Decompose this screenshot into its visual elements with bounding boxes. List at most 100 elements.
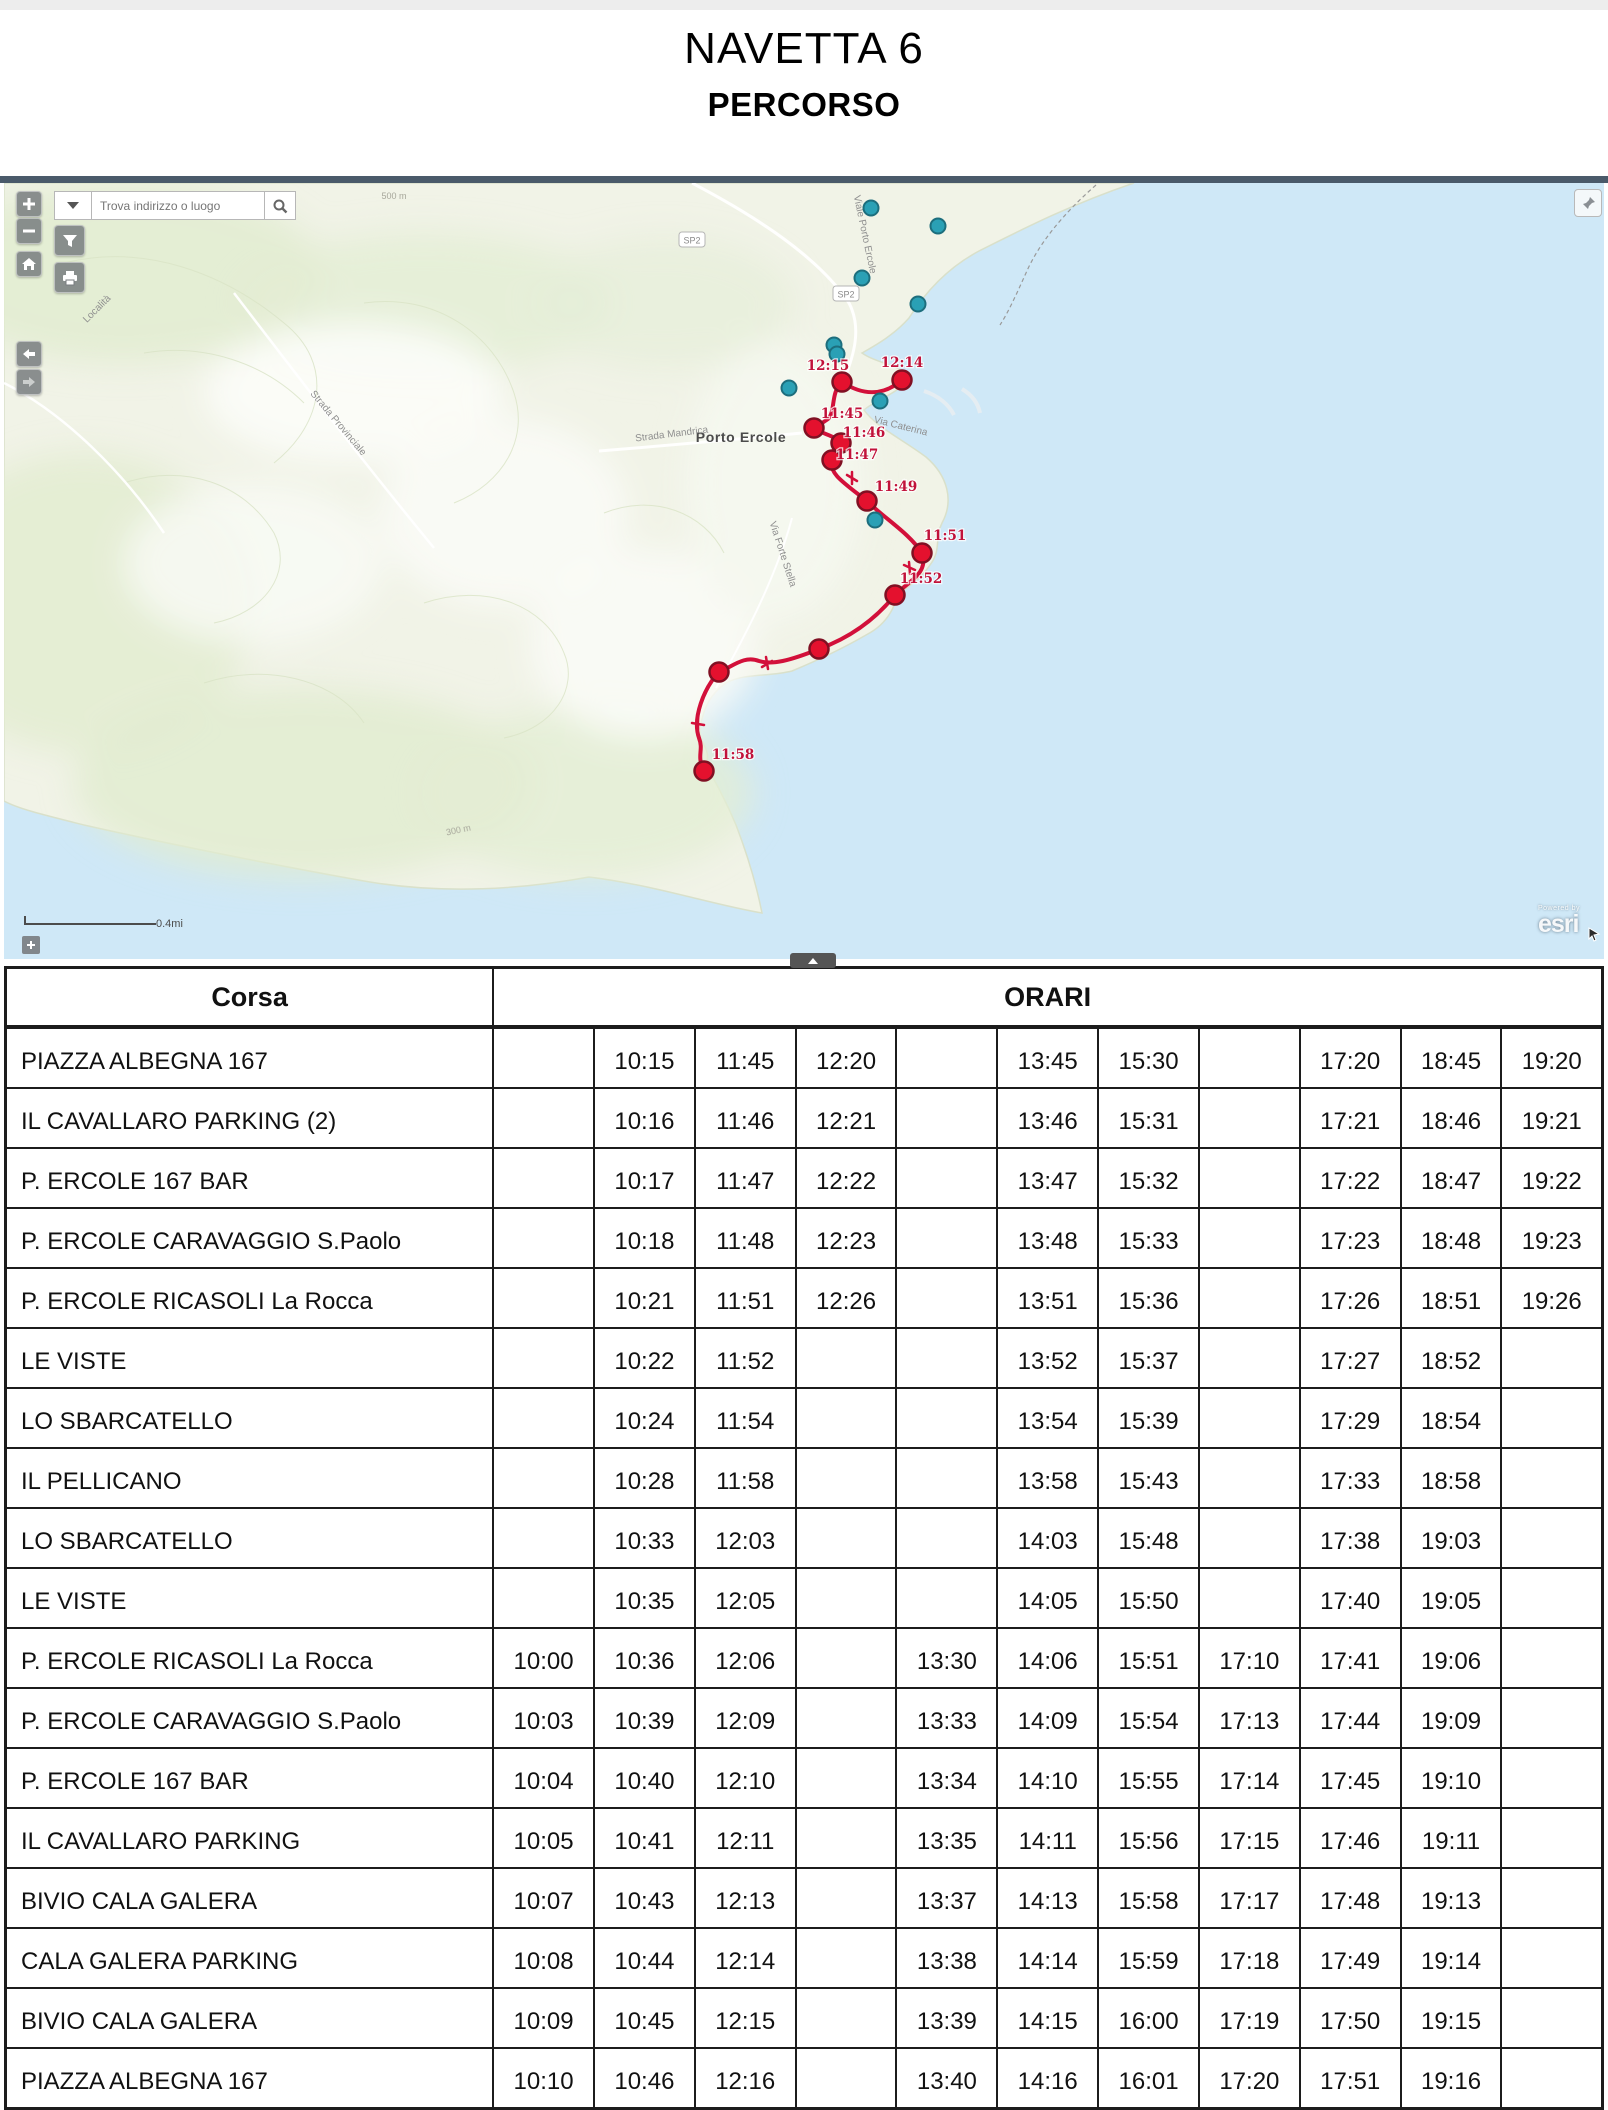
stop-name-cell: LO SBARCATELLO	[6, 1388, 494, 1448]
time-cell: 15:31	[1098, 1088, 1199, 1148]
home-icon	[21, 257, 37, 271]
time-cell: 12:11	[695, 1808, 796, 1868]
map-image[interactable]: Porto ErcoleStrada MandricaVia Forte Ste…	[4, 183, 1604, 959]
time-cell	[493, 1088, 594, 1148]
time-cell	[493, 1448, 594, 1508]
time-cell	[796, 1508, 897, 1568]
route-stop-marker[interactable]	[833, 373, 852, 392]
bus-stop-dot[interactable]	[855, 271, 870, 286]
plus-icon	[22, 197, 36, 211]
stop-name-cell: CALA GALERA PARKING	[6, 1928, 494, 1988]
time-cell	[1199, 1508, 1300, 1568]
time-cell: 17:49	[1300, 1928, 1401, 1988]
time-cell: 10:44	[594, 1928, 695, 1988]
time-cell	[896, 1388, 997, 1448]
time-cell: 19:14	[1401, 1928, 1502, 1988]
stop-name-cell: P. ERCOLE 167 BAR	[6, 1748, 494, 1808]
time-cell	[493, 1268, 594, 1328]
time-cell: 14:14	[997, 1928, 1098, 1988]
search-submit-button[interactable]	[265, 191, 296, 220]
time-cell: 12:16	[695, 2048, 796, 2109]
route-stop-marker[interactable]	[893, 371, 912, 390]
previous-extent-button[interactable]	[16, 341, 42, 367]
search-input[interactable]	[92, 191, 265, 220]
route-stop-marker[interactable]	[886, 586, 905, 605]
time-cell: 10:41	[594, 1808, 695, 1868]
time-cell	[896, 1148, 997, 1208]
time-cell	[1199, 1027, 1300, 1088]
route-stop-marker[interactable]	[710, 663, 729, 682]
time-cell: 17:17	[1199, 1868, 1300, 1928]
time-cell: 15:36	[1098, 1268, 1199, 1328]
time-cell	[896, 1328, 997, 1388]
route-stop-marker[interactable]	[913, 544, 932, 563]
zoom-in-button[interactable]	[16, 191, 42, 217]
zoom-out-button[interactable]	[16, 218, 42, 244]
time-cell: 13:39	[896, 1988, 997, 2048]
filter-icon	[62, 233, 78, 249]
time-cell: 10:43	[594, 1868, 695, 1928]
time-cell	[796, 1748, 897, 1808]
print-button[interactable]	[54, 262, 85, 293]
bus-stop-dot[interactable]	[911, 297, 926, 312]
time-cell: 15:48	[1098, 1508, 1199, 1568]
time-cell	[896, 1568, 997, 1628]
time-cell: 11:58	[695, 1448, 796, 1508]
time-cell: 17:51	[1300, 2048, 1401, 2109]
stop-name-cell: BIVIO CALA GALERA	[6, 1868, 494, 1928]
map-place-label: 500 m	[381, 191, 406, 201]
time-cell: 17:20	[1300, 1027, 1401, 1088]
time-cell: 10:45	[594, 1988, 695, 2048]
time-cell: 10:08	[493, 1928, 594, 1988]
time-cell: 17:48	[1300, 1868, 1401, 1928]
time-cell: 19:03	[1401, 1508, 1502, 1568]
time-cell: 10:17	[594, 1148, 695, 1208]
plus-icon	[26, 940, 36, 950]
page-title: NAVETTA 6	[0, 24, 1608, 74]
stop-name-cell: BIVIO CALA GALERA	[6, 1988, 494, 2048]
map-canvas[interactable]: Porto ErcoleStrada MandricaVia Forte Ste…	[4, 183, 1604, 959]
time-cell: 11:47	[695, 1148, 796, 1208]
bus-stop-dot[interactable]	[864, 201, 879, 216]
bus-stop-dot[interactable]	[782, 381, 797, 396]
route-time-label: 12:15	[807, 358, 850, 374]
overview-toggle-button[interactable]	[22, 936, 40, 954]
time-cell: 14:09	[997, 1688, 1098, 1748]
time-cell	[896, 1027, 997, 1088]
bus-stop-dot[interactable]	[873, 394, 888, 409]
filter-button[interactable]	[54, 225, 85, 256]
table-row: BIVIO CALA GALERA10:0910:4512:1513:3914:…	[6, 1988, 1603, 2048]
table-row: IL CAVALLARO PARKING10:0510:4112:1113:35…	[6, 1808, 1603, 1868]
chevron-up-icon	[807, 957, 819, 965]
time-cell: 13:48	[997, 1208, 1098, 1268]
map-pin-button[interactable]	[1574, 189, 1602, 217]
stop-name-cell: P. ERCOLE RICASOLI La Rocca	[6, 1268, 494, 1328]
bus-stop-dot[interactable]	[931, 219, 946, 234]
time-cell: 14:13	[997, 1868, 1098, 1928]
bus-stop-dot[interactable]	[868, 513, 883, 528]
home-extent-button[interactable]	[16, 251, 42, 277]
route-stop-marker[interactable]	[695, 762, 714, 781]
time-cell	[796, 1928, 897, 1988]
time-cell: 12:21	[796, 1088, 897, 1148]
timetable: Corsa ORARI PIAZZA ALBEGNA 16710:1511:45…	[4, 966, 1604, 2110]
time-cell	[796, 1628, 897, 1688]
time-cell	[1501, 1988, 1602, 2048]
map-collapse-tab[interactable]	[790, 953, 836, 968]
time-cell: 17:46	[1300, 1808, 1401, 1868]
time-cell: 15:56	[1098, 1808, 1199, 1868]
table-row: PIAZZA ALBEGNA 16710:1511:4512:2013:4515…	[6, 1027, 1603, 1088]
time-cell: 13:46	[997, 1088, 1098, 1148]
time-cell: 17:20	[1199, 2048, 1300, 2109]
road-shield-badge: SP2	[679, 232, 705, 247]
time-cell: 10:15	[594, 1027, 695, 1088]
stop-name-cell: PIAZZA ALBEGNA 167	[6, 2048, 494, 2109]
route-stop-marker[interactable]	[858, 492, 877, 511]
time-cell: 10:40	[594, 1748, 695, 1808]
time-cell: 17:15	[1199, 1808, 1300, 1868]
search-source-dropdown[interactable]	[54, 191, 92, 220]
route-stop-marker[interactable]	[810, 640, 829, 659]
time-cell	[493, 1388, 594, 1448]
next-extent-button[interactable]	[16, 369, 42, 395]
time-cell: 19:26	[1501, 1268, 1602, 1328]
